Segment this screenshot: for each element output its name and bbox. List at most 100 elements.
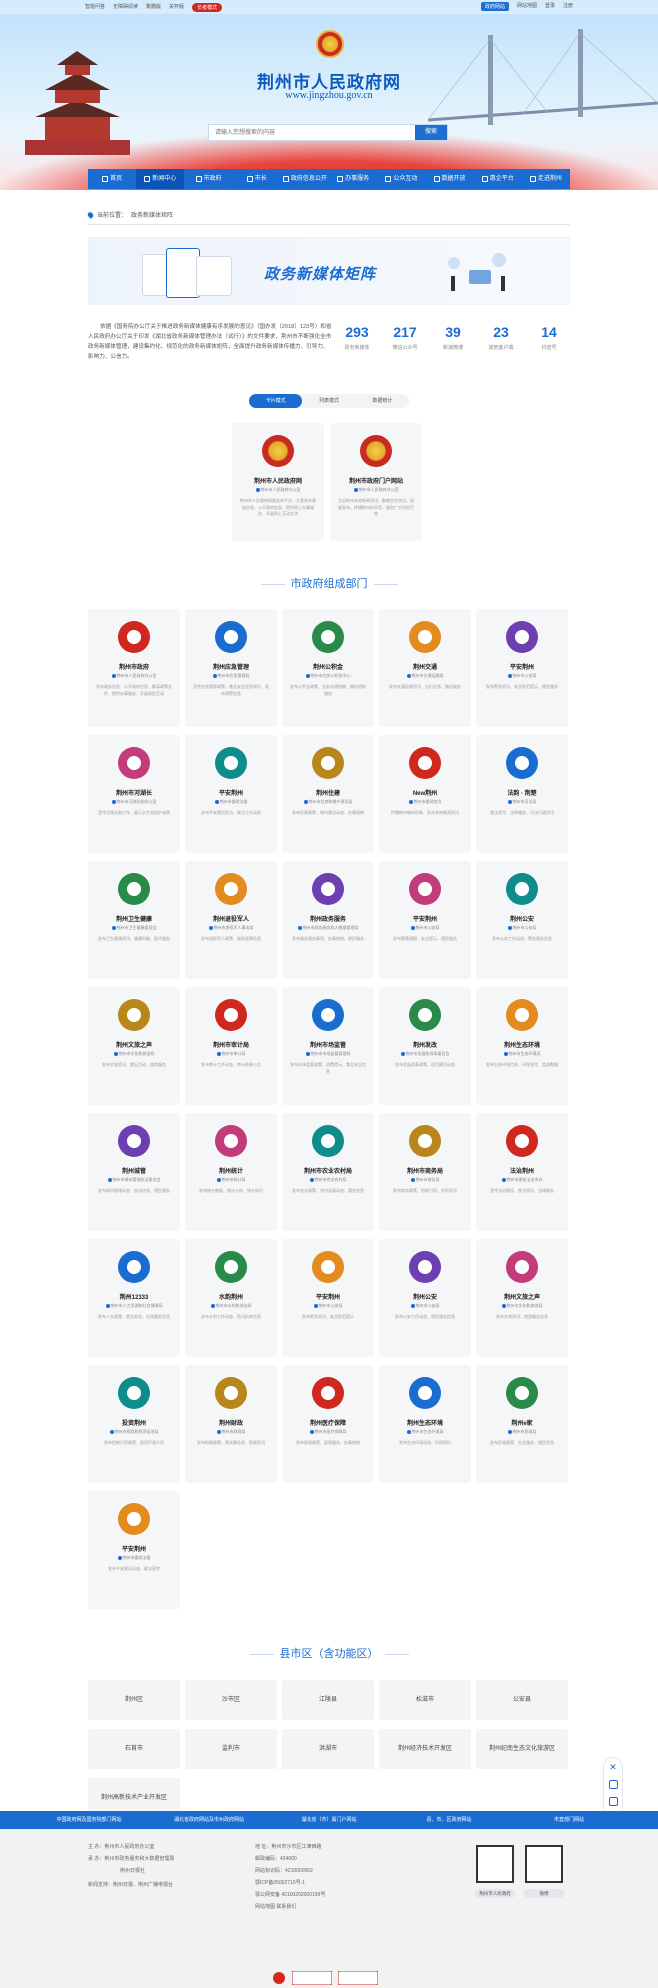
department-card[interactable]: 荆州住建 荆州市住房和城乡建设局 发布住建政策、城市建设动态、办事指南 xyxy=(282,735,374,853)
footer-link-county[interactable]: 县、市、区政府网站 xyxy=(389,1811,509,1829)
topbar-link-traditional[interactable]: 繁體版 xyxy=(146,3,161,12)
tab-list-mode[interactable]: 列表模式 xyxy=(302,394,355,408)
department-card[interactable]: 荆州公安 荆州市公安局 发布公安工作动态、警务服务信息 xyxy=(476,861,568,979)
topbar-link-care[interactable]: 关怀版 xyxy=(169,3,184,12)
county-tile[interactable]: 沙市区 xyxy=(185,1680,277,1720)
department-card[interactable]: 荆州文旅之声 荆州市文化和旅游局 发布文旅资讯、旅游服务信息 xyxy=(476,1239,568,1357)
department-card[interactable]: 荆州生态环境 荆州市生态环境局 发布生态环境信息、环保宣传、监测数据 xyxy=(476,987,568,1105)
topbar-link-sitemap[interactable]: 网站地图 xyxy=(517,2,537,11)
department-card[interactable]: 荆州公积金 荆州市住房公积金中心 发布公积金政策、业务办理指南、缴存提取服务 xyxy=(282,609,374,727)
department-card[interactable]: 平安荆州 荆州市公安局 发布警情通报、安全提示、便民服务 xyxy=(379,861,471,979)
card-owner: 荆州市农业农村局 xyxy=(282,1177,374,1183)
department-card[interactable]: 荆州财政 荆州市财政局 发布财政政策、预决算信息、财政资讯 xyxy=(185,1365,277,1483)
nav-item-government[interactable]: 市政府 xyxy=(184,169,232,189)
department-card[interactable]: 荆州卫生健康 荆州市卫生健康委员会 发布卫生健康资讯、健康科普、医疗服务 xyxy=(88,861,180,979)
topbar-link-gov[interactable]: 政府网站 xyxy=(480,2,509,11)
department-logo-icon xyxy=(118,1377,150,1409)
department-card[interactable]: 水韵荆州 荆州市水利和湖泊局 发布水利工作动态、防汛抗旱信息 xyxy=(185,1239,277,1357)
search-button[interactable]: 搜索 xyxy=(415,125,447,140)
chat-icon[interactable] xyxy=(608,1780,618,1789)
nav-item-enterprise[interactable]: 惠企平台 xyxy=(474,169,522,189)
nav-item-disclosure[interactable]: 政府信息公开 xyxy=(281,169,329,189)
nav-item-interaction[interactable]: 公众互动 xyxy=(377,169,425,189)
nav-item-about[interactable]: 走进荆州 xyxy=(522,169,570,189)
media-card[interactable]: 荆州市人民政府网 荆州市人民政府办公室 荆州市人民政府网络发布平台，主要发布政务… xyxy=(232,423,324,541)
department-card[interactable]: 荆州发改 荆州市发展和改革委员会 发布发展改革政策、项目建设动态 xyxy=(379,987,471,1105)
card-desc: 宣传应急管理政策、普及安全应急知识、发布预警信息 xyxy=(193,684,269,696)
nav-item-mayor[interactable]: 市长 xyxy=(233,169,281,189)
department-card[interactable]: 荆州12333 荆州市人力资源和社会保障局 发布人社政策、就业创业、社保服务信息 xyxy=(88,1239,180,1357)
department-card[interactable]: 投资荆州 荆州市招商和投资促进局 发布招商引资政策、投资环境介绍 xyxy=(88,1365,180,1483)
card-owner: 荆州市人力资源和社会保障局 xyxy=(88,1303,180,1309)
elder-service-badge-icon[interactable] xyxy=(338,1969,378,1987)
card-desc: 发布文旅资讯、旅游服务信息 xyxy=(496,1314,548,1319)
topbar-link-qa[interactable]: 智能问答 xyxy=(85,3,105,12)
department-card[interactable]: 平安荆州 荆州市公安局 发布警务资讯、安全防范提示、便民服务 xyxy=(476,609,568,727)
department-card[interactable]: 荆州e家 荆州市民政局 发布民政政策、社会服务、便民信息 xyxy=(476,1365,568,1483)
department-card[interactable]: 荆州市政府 荆州市人民政府办公室 发布政务信息、公开政府信息、解读政策文件、提供办事… xyxy=(88,609,180,727)
county-tile[interactable]: 荆州区 xyxy=(88,1680,180,1720)
department-card[interactable]: 荆州市场监管 荆州市市场监督管理局 发布市场监管政策、消费提示、食品安全信息 xyxy=(282,987,374,1105)
department-card[interactable]: 荆州公安 荆州市公安局 发布公安工作动态、便民服务信息 xyxy=(379,1239,471,1357)
nav-item-news[interactable]: 新闻中心 xyxy=(136,169,185,189)
footer-icp[interactable]: 鄂ICP备05002710号-1 xyxy=(255,1879,305,1886)
footer-link-central[interactable]: 中国政府网及国务院部门网站 xyxy=(29,1811,149,1829)
department-card[interactable]: 荆州市商务局 荆州市商务局 发布商务政策、招商引资、外贸资讯 xyxy=(379,1113,471,1231)
department-card[interactable]: 荆州城管 荆州市城市管理执法委员会 发布城市管理动态、执法信息、便民服务 xyxy=(88,1113,180,1231)
elder-mode-button[interactable]: 长者模式 xyxy=(192,3,223,12)
department-card[interactable]: 平安荆州 荆州市委政法委 发布平安建设动态、政法宣传 xyxy=(88,1491,180,1609)
close-icon[interactable]: ✕ xyxy=(609,1763,617,1772)
footer-link-departments[interactable]: 市直部门网站 xyxy=(509,1811,629,1829)
login-link[interactable]: 登录 xyxy=(545,2,555,11)
enterprise-icon xyxy=(481,176,488,182)
department-card[interactable]: 法韵 · 荆楚 荆州市司法局 普法宣传、法律服务、司法行政资讯 xyxy=(476,735,568,853)
footer-sitemap[interactable]: 网站地图 联系我们 xyxy=(255,1903,296,1910)
county-tile[interactable]: 监利市 xyxy=(185,1729,277,1769)
department-card[interactable]: 荆州交通 荆州市交通运输局 发布交通运输资讯、出行信息、路况服务 xyxy=(379,609,471,727)
party-gov-badge-icon[interactable] xyxy=(272,1969,286,1987)
nav-item-open-data[interactable]: 数据开放 xyxy=(425,169,473,189)
county-tile[interactable]: 公安县 xyxy=(476,1680,568,1720)
department-card[interactable]: New荆州 荆州市委网信办 传播荆州城市形象、发布本地新闻资讯 xyxy=(379,735,471,853)
error-report-badge-icon[interactable] xyxy=(292,1969,332,1987)
county-tile[interactable]: 松滋市 xyxy=(379,1680,471,1720)
department-card[interactable]: 法治荆州 荆州市委依法治市办 宣传法治建设、普法知识、法律服务 xyxy=(476,1113,568,1231)
department-card[interactable]: 荆州应急管理 荆州市应急管理局 宣传应急管理政策、普及安全应急知识、发布预警信息 xyxy=(185,609,277,727)
breadcrumb-current[interactable]: 政务新媒体矩阵 xyxy=(131,210,173,219)
department-card[interactable]: 荆州市审计局 荆州市审计局 发布审计工作动态、审计结果公告 xyxy=(185,987,277,1105)
department-card[interactable]: 荆州市河湖长 荆州市河湖长制办公室 宣传河湖长制工作、展示水生态保护成果 xyxy=(88,735,180,853)
card-desc: 发布生态环境动态、环保知识 xyxy=(399,1440,451,1445)
county-tile[interactable]: 石首市 xyxy=(88,1729,180,1769)
department-card[interactable]: 平安荆州 荆州市公安局 发布警务资讯、安全防范提示 xyxy=(282,1239,374,1357)
department-card[interactable]: 荆州统计 荆州市统计局 发布统计数据、统计分析、统计知识 xyxy=(185,1113,277,1231)
search-input[interactable] xyxy=(209,125,409,140)
department-logo-icon xyxy=(118,1503,150,1535)
department-card[interactable]: 荆州退役军人 荆州市退役军人事务局 发布退役军人政策、服务保障信息 xyxy=(185,861,277,979)
tab-card-mode[interactable]: 卡片模式 xyxy=(249,394,303,408)
footer-link-portal[interactable]: 湖北省（市）属门户网站 xyxy=(269,1811,389,1829)
card-desc: 发布交通运输资讯、出行信息、路况服务 xyxy=(389,684,461,689)
department-card[interactable]: 荆州政务服务 荆州市政务服务和大数据管理局 发布政务服务事项、办事指南、便民服务 xyxy=(282,861,374,979)
department-card[interactable]: 荆州市农业农村局 荆州市农业农村局 发布农业政策、农村发展动态、惠农信息 xyxy=(282,1113,374,1231)
footer-link-province[interactable]: 湖北省政府网站及市州政府网站 xyxy=(149,1811,269,1829)
card-owner: 荆州市公安局 xyxy=(282,1303,374,1309)
county-tile[interactable]: 荆州纪南生态文化旅游区 xyxy=(476,1729,568,1769)
department-card[interactable]: 荆州文旅之声 荆州市文化和旅游局 发布文旅资讯、景区活动、旅游服务 xyxy=(88,987,180,1105)
tab-statistics[interactable]: 数据统计 xyxy=(356,394,409,408)
card-desc: 发布生态环境信息、环保宣传、监测数据 xyxy=(486,1062,558,1067)
register-link[interactable]: 注册 xyxy=(563,2,573,11)
nav-item-services[interactable]: 办事服务 xyxy=(329,169,377,189)
document-icon[interactable] xyxy=(608,1797,618,1806)
county-tile[interactable]: 江陵县 xyxy=(282,1680,374,1720)
department-card[interactable]: 平安荆州 荆州市委政法委 发布平安建设资讯、政法工作动态 xyxy=(185,735,277,853)
footer-police[interactable]: 鄂公网安备 42100202000199号 xyxy=(255,1891,325,1898)
card-name: 投资荆州 xyxy=(121,1421,146,1427)
media-card[interactable]: 荆州市政府门户网站 荆州市人民政府办公室 立足荆州本地新闻资讯，聚焦民生热点，权… xyxy=(330,423,422,541)
department-card[interactable]: 荆州医疗保障 荆州市医疗保障局 发布医保政策、医保服务、办事指南 xyxy=(282,1365,374,1483)
topbar-link-accessibility[interactable]: 无障碍阅读 xyxy=(113,3,138,12)
nav-item-home[interactable]: 首页 xyxy=(88,169,136,189)
department-card[interactable]: 荆州生态环境 荆州市生态环境局 发布生态环境动态、环保知识 xyxy=(379,1365,471,1483)
city-icon xyxy=(529,176,536,182)
county-tile[interactable]: 洪湖市 xyxy=(282,1729,374,1769)
county-tile[interactable]: 荆州经济技术开发区 xyxy=(379,1729,471,1769)
